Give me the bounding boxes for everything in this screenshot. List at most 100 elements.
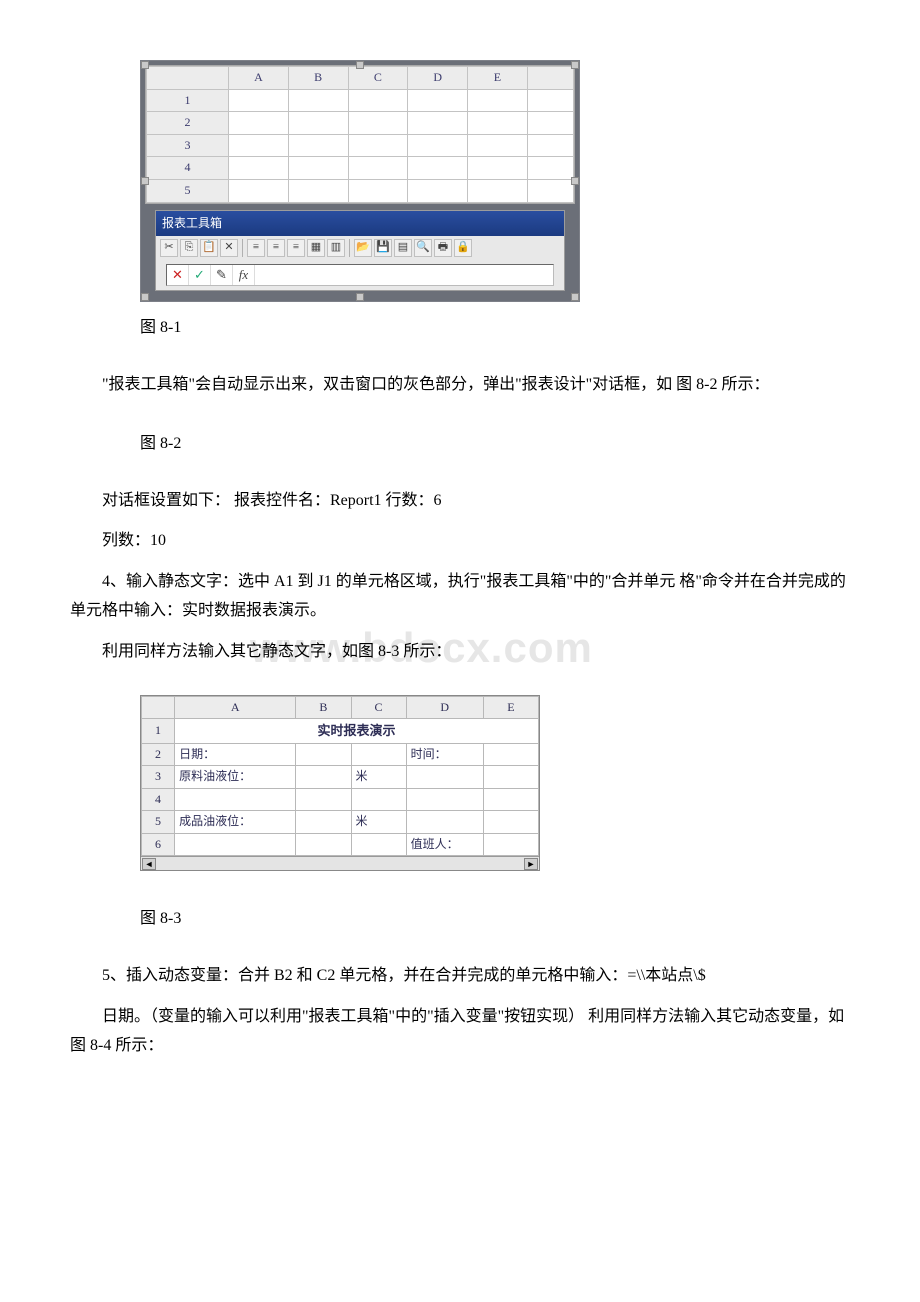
body-paragraph: 列数：10 [70,527,850,556]
col-header[interactable]: C [351,696,406,719]
cell[interactable] [296,833,351,856]
resize-handle-icon [141,61,149,69]
col-header[interactable]: E [483,696,538,719]
row-header[interactable]: 2 [147,112,229,135]
select-all-cell[interactable] [142,696,175,719]
cell[interactable]: 米 [351,811,406,834]
col-header[interactable]: A [175,696,296,719]
cell[interactable]: 时间： [406,743,483,766]
resize-handle-icon [356,61,364,69]
spreadsheet-grid[interactable]: A B C D E 1 2 3 4 5 [145,65,575,204]
resize-handle-icon [571,293,579,301]
cell[interactable]: 日期： [175,743,296,766]
body-paragraph: 对话框设置如下： 报表控件名：Report1 行数：6 [70,487,850,516]
cell[interactable] [483,811,538,834]
row-header[interactable]: 4 [142,788,175,811]
col-header-spacer [527,67,573,90]
align-left-icon[interactable]: ≡ [247,239,265,257]
insert-function-icon[interactable]: fx [233,265,255,285]
row-header[interactable]: 2 [142,743,175,766]
figure-8-3-caption: 图 8-3 [140,905,850,934]
figure-8-1-caption: 图 8-1 [140,314,850,343]
print-icon[interactable]: 🖶 [434,239,452,257]
cell[interactable]: 成品油液位： [175,811,296,834]
resize-handle-icon [571,61,579,69]
formula-clip-icon[interactable]: ✎ [211,265,233,285]
horizontal-scrollbar[interactable]: ◄ ► [141,856,539,870]
cell[interactable] [351,743,406,766]
cell[interactable] [483,743,538,766]
cell[interactable] [483,788,538,811]
cell[interactable] [175,833,296,856]
row-header[interactable]: 1 [147,89,229,112]
copy-icon[interactable]: ⎘ [180,239,198,257]
spreadsheet-grid[interactable]: A B C D E 1 实时报表演示 2 日期： 时间： [140,695,540,872]
row-header[interactable]: 1 [142,719,175,743]
table-icon[interactable]: ▤ [394,239,412,257]
col-header[interactable]: A [229,67,289,90]
delete-icon[interactable]: ✕ [220,239,238,257]
report-control-frame: A B C D E 1 2 3 4 5 报表工具箱 ✂ [140,60,580,302]
cell[interactable] [406,766,483,789]
open-icon[interactable]: 📂 [354,239,372,257]
cell[interactable] [296,743,351,766]
resize-handle-icon [141,177,149,185]
select-all-cell[interactable] [147,67,229,90]
col-header[interactable]: D [406,696,483,719]
cell[interactable] [296,811,351,834]
merge-cells-icon[interactable]: ▦ [307,239,325,257]
col-header[interactable]: C [348,67,408,90]
col-header[interactable]: B [296,696,351,719]
row-header[interactable]: 5 [147,179,229,202]
cell[interactable] [483,833,538,856]
report-title-cell[interactable]: 实时报表演示 [175,719,539,743]
cell[interactable] [406,811,483,834]
cell[interactable]: 值班人： [406,833,483,856]
align-right-icon[interactable]: ≡ [287,239,305,257]
body-paragraph: "报表工具箱"会自动显示出来，双击窗口的灰色部分，弹出"报表设计"对话框，如 图… [70,371,850,400]
figure-8-2-caption: 图 8-2 [140,430,850,459]
cell[interactable] [296,766,351,789]
formula-bar: ✕ ✓ ✎ fx [166,264,554,286]
col-header[interactable]: D [408,67,468,90]
separator-icon [242,239,243,257]
scroll-right-icon[interactable]: ► [524,858,538,870]
figure-8-1: A B C D E 1 2 3 4 5 报表工具箱 ✂ [140,60,850,302]
row-header[interactable]: 3 [147,134,229,157]
separator-icon [349,239,350,257]
cell[interactable] [351,833,406,856]
col-header[interactable]: E [468,67,528,90]
unmerge-cells-icon[interactable]: ▥ [327,239,345,257]
body-paragraph: 日期。（变量的输入可以利用"报表工具箱"中的"插入变量"按钮实现） 利用同样方法… [70,1003,850,1061]
body-paragraph: 4、输入静态文字：选中 A1 到 J1 的单元格区域，执行"报表工具箱"中的"合… [70,568,850,626]
toolbox-title: 报表工具箱 [156,211,564,237]
cut-icon[interactable]: ✂ [160,239,178,257]
cell[interactable] [351,788,406,811]
row-header[interactable]: 6 [142,833,175,856]
paste-icon[interactable]: 📋 [200,239,218,257]
lock-icon[interactable]: 🔒 [454,239,472,257]
row-header[interactable]: 4 [147,157,229,180]
body-paragraph: 利用同样方法输入其它静态文字，如图 8-3 所示： [70,638,850,667]
row-header[interactable]: 5 [142,811,175,834]
align-center-icon[interactable]: ≡ [267,239,285,257]
body-paragraph: 5、插入动态变量：合并 B2 和 C2 单元格，并在合并完成的单元格中输入：=\… [70,962,850,991]
formula-cancel-icon[interactable]: ✕ [167,265,189,285]
cell[interactable] [296,788,351,811]
scroll-left-icon[interactable]: ◄ [142,858,156,870]
cell[interactable] [175,788,296,811]
report-toolbox: 报表工具箱 ✂ ⎘ 📋 ✕ ≡ ≡ ≡ ▦ ▥ 📂 💾 ▤ 🔍 [155,210,565,292]
col-header[interactable]: B [288,67,348,90]
cell[interactable]: 米 [351,766,406,789]
resize-handle-icon [571,177,579,185]
resize-handle-icon [356,293,364,301]
row-header[interactable]: 3 [142,766,175,789]
cell[interactable] [483,766,538,789]
save-icon[interactable]: 💾 [374,239,392,257]
formula-confirm-icon[interactable]: ✓ [189,265,211,285]
cell[interactable] [406,788,483,811]
figure-8-3: A B C D E 1 实时报表演示 2 日期： 时间： [140,695,850,872]
preview-icon[interactable]: 🔍 [414,239,432,257]
cell[interactable]: 原料油液位： [175,766,296,789]
resize-handle-icon [141,293,149,301]
